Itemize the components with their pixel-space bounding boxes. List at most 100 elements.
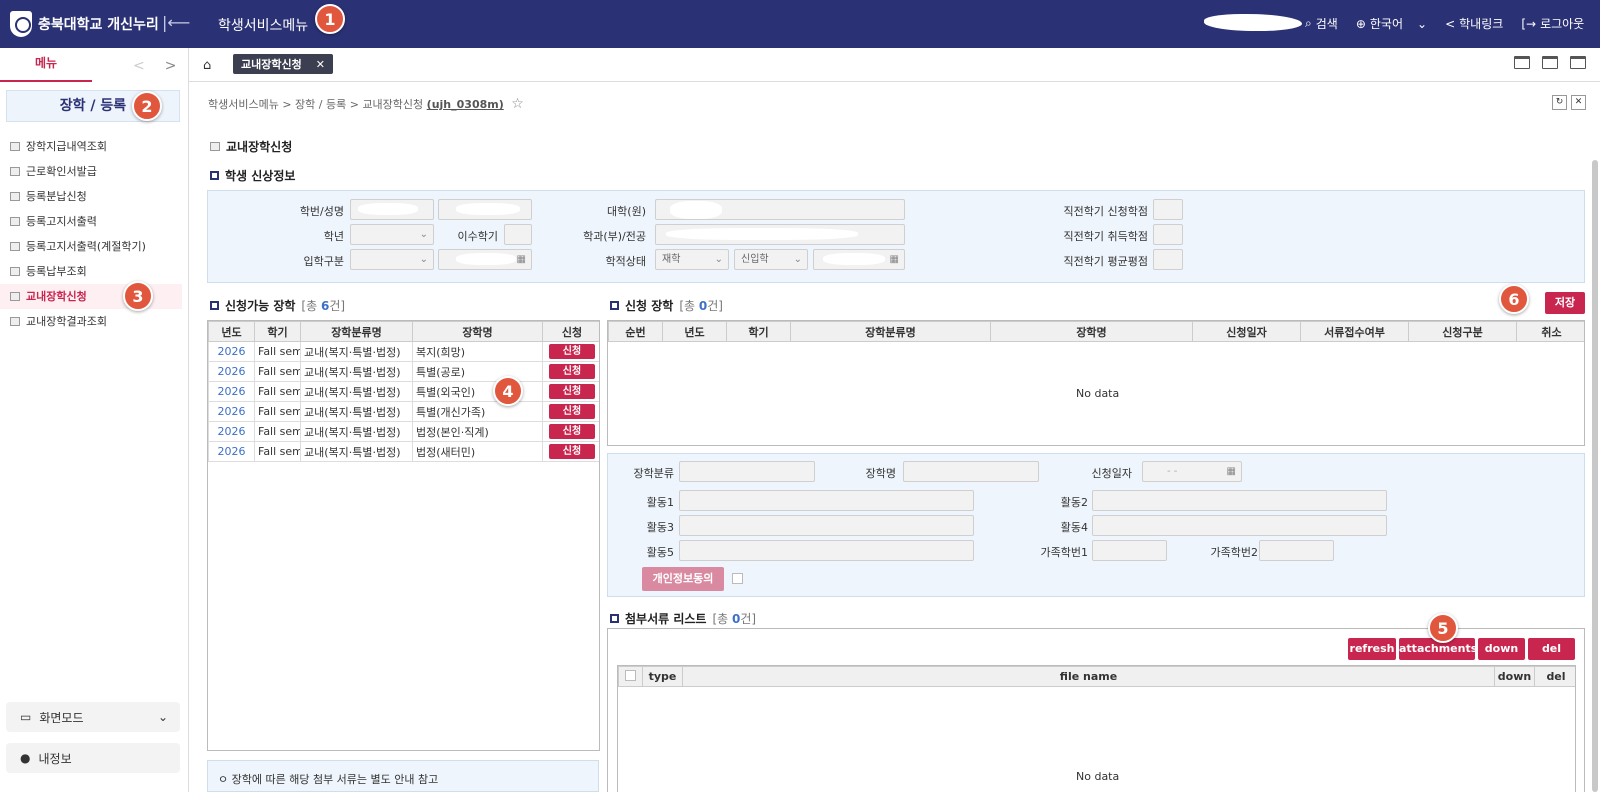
category-field[interactable] — [679, 461, 815, 482]
close-other-tabs-icon[interactable] — [1542, 56, 1558, 69]
column-header[interactable]: file name — [682, 666, 1495, 687]
sidebar-item-scholarship-result[interactable]: 교내장학결과조회 — [0, 309, 189, 334]
column-header[interactable]: 장학명 — [412, 321, 543, 342]
tab-scholarship-apply[interactable]: 교내장학신청 ✕ — [233, 54, 333, 74]
column-header[interactable]: 취소 — [1516, 321, 1584, 342]
family-no1-field[interactable] — [1092, 540, 1167, 561]
down-button[interactable]: down — [1478, 638, 1525, 660]
column-header[interactable]: 순번 — [608, 321, 663, 342]
refresh-icon[interactable]: ↻ — [1552, 95, 1567, 110]
column-header[interactable]: 학기 — [254, 321, 301, 342]
table-row[interactable]: 2026Fall semester교내(복지·특별·법정)특별(개신가족) 신청 — [208, 401, 599, 422]
page-scrollbar[interactable] — [1592, 160, 1598, 792]
privacy-consent-checkbox[interactable] — [732, 573, 743, 584]
sidebar-item-work-certificate[interactable]: 근로확인서발급 — [0, 159, 189, 184]
sidebar-item-scholarship-apply[interactable]: 교내장학신청 — [0, 284, 182, 309]
sidebar-item-scholarship-payment[interactable]: 장학지급내역조회 — [0, 134, 189, 159]
table-row[interactable]: 2026Fall semester교내(복지·특별·법정)특별(외국인) 신청 — [208, 381, 599, 402]
my-info-button[interactable]: ● 내정보 — [6, 743, 180, 773]
select-all-checkbox[interactable] — [625, 669, 636, 681]
column-header[interactable]: 장학명 — [990, 321, 1193, 342]
no-data-text: No data — [1076, 770, 1120, 783]
activity2-field[interactable] — [1092, 490, 1387, 511]
table-row[interactable]: 2026Fall semester교내(복지·특별·법정)법정(새터민) 신청 — [208, 441, 599, 462]
activity1-field[interactable] — [679, 490, 974, 511]
apply-button[interactable]: 신청 — [549, 384, 595, 399]
column-header[interactable]: 신청 — [542, 321, 599, 342]
activity4-label: 활동4 — [1060, 521, 1088, 534]
redacted-college — [670, 201, 722, 219]
search-button[interactable]: ⌕ 검색 — [1305, 15, 1338, 32]
campus-link-button[interactable]: < 학내링크 — [1445, 15, 1503, 32]
column-header[interactable]: 년도 — [662, 321, 727, 342]
admission-type-label: 입학구분 — [303, 255, 344, 268]
column-header[interactable]: del — [1534, 666, 1575, 687]
completed-term-field — [504, 224, 532, 245]
applied-table: 순번 년도 학기 장학분류명 장학명 신청일자 서류접수여부 신청구분 취소 — [608, 321, 1584, 342]
column-header[interactable]: 신청일자 — [1192, 321, 1301, 342]
column-header[interactable]: 장학분류명 — [790, 321, 991, 342]
sidebar-item-payment-inquiry[interactable]: 등록납부조회 — [0, 259, 189, 284]
scholarship-name-cell: 특별(개신가족) — [412, 401, 543, 422]
admission-type-select[interactable]: ⌄ — [350, 249, 434, 270]
chevron-right-icon[interactable]: > — [165, 58, 177, 74]
student-no-label: 학번/성명 — [299, 205, 344, 218]
apply-cell: 신청 — [542, 421, 599, 442]
screen-mode-select[interactable]: ▭ 화면모드 ⌄ — [6, 702, 180, 732]
close-all-tabs-icon[interactable] — [1570, 56, 1586, 69]
status-sub-select[interactable]: 신입학 ⌄ — [734, 249, 808, 270]
breadcrumb-path: 학생서비스메뉴 > 장학 / 등록 > 교내장학신청 — [208, 98, 424, 111]
save-button[interactable]: 저장 — [1545, 292, 1585, 314]
logout-icon: [→ — [1521, 16, 1537, 31]
apply-button[interactable]: 신청 — [549, 424, 595, 439]
activity3-label: 활동3 — [646, 521, 674, 534]
home-icon[interactable]: ⌂ — [203, 58, 211, 73]
annotation-badge-6: 6 — [1499, 284, 1529, 314]
apply-button[interactable]: 신청 — [549, 364, 595, 379]
chevron-left-icon[interactable]: < — [133, 58, 145, 74]
annotation-badge-2: 2 — [132, 91, 162, 121]
activity5-field[interactable] — [679, 540, 974, 561]
apply-date-field[interactable]: - - ▦ — [1142, 461, 1242, 482]
star-icon[interactable]: ☆ — [511, 96, 524, 112]
table-row[interactable]: 2026Fall semester교내(복지·특별·법정)법정(본인·직계) 신청 — [208, 421, 599, 442]
refresh-button[interactable]: refresh — [1348, 638, 1396, 660]
close-icon[interactable]: ✕ — [1571, 95, 1586, 110]
top-menu-title[interactable]: 학생서비스메뉴 — [218, 15, 308, 35]
status-select[interactable]: 재학 ⌄ — [655, 249, 729, 270]
sidebar-item-bill-print-seasonal[interactable]: 등록고지서출력(계절학기) — [0, 234, 189, 259]
logout-button[interactable]: [→ 로그아웃 — [1521, 15, 1584, 32]
column-header[interactable]: type — [642, 666, 683, 687]
scholarship-name-field[interactable] — [903, 461, 1039, 482]
student-info-title: 학생 신상정보 — [210, 167, 295, 184]
column-header[interactable]: 학기 — [726, 321, 791, 342]
apply-button[interactable]: 신청 — [549, 404, 595, 419]
column-header[interactable]: 신청구분 — [1408, 321, 1517, 342]
sidebar-item-bill-print[interactable]: 등록고지서출력 — [0, 209, 189, 234]
tab-menu[interactable]: 메뉴 — [0, 54, 92, 82]
language-select[interactable]: ⊕ 한국어 ⌄ — [1356, 15, 1427, 32]
university-logo[interactable]: 충북대학교 개신누리 — [10, 11, 159, 37]
window-icon[interactable] — [1514, 56, 1530, 69]
family-no2-field[interactable] — [1259, 540, 1334, 561]
term-cell: Fall semester — [254, 401, 301, 422]
activity2-label: 활동2 — [1060, 496, 1088, 509]
del-button[interactable]: del — [1528, 638, 1575, 660]
column-header[interactable]: 년도 — [208, 321, 255, 342]
sidebar-item-installment[interactable]: 등록분납신청 — [0, 184, 189, 209]
close-icon[interactable]: ✕ — [316, 58, 325, 71]
apply-button[interactable]: 신청 — [549, 444, 595, 459]
activity4-field[interactable] — [1092, 515, 1387, 536]
collapse-left-icon[interactable]: |⟵ — [162, 13, 190, 32]
column-header[interactable]: down — [1494, 666, 1535, 687]
redacted-student-no — [358, 203, 418, 215]
column-header[interactable]: 서류접수여부 — [1300, 321, 1409, 342]
table-row[interactable]: 2026Fall semester교내(복지·특별·법정)복지(희망) 신청 — [208, 341, 599, 362]
activity3-field[interactable] — [679, 515, 974, 536]
apply-button[interactable]: 신청 — [549, 344, 595, 359]
privacy-consent-button[interactable]: 개인정보동의 — [642, 567, 724, 591]
user-icon: ● — [20, 751, 31, 765]
table-row[interactable]: 2026Fall semester교내(복지·특별·법정)특별(공로) 신청 — [208, 361, 599, 382]
column-header[interactable]: 장학분류명 — [300, 321, 413, 342]
grade-select[interactable]: ⌄ — [350, 224, 434, 245]
